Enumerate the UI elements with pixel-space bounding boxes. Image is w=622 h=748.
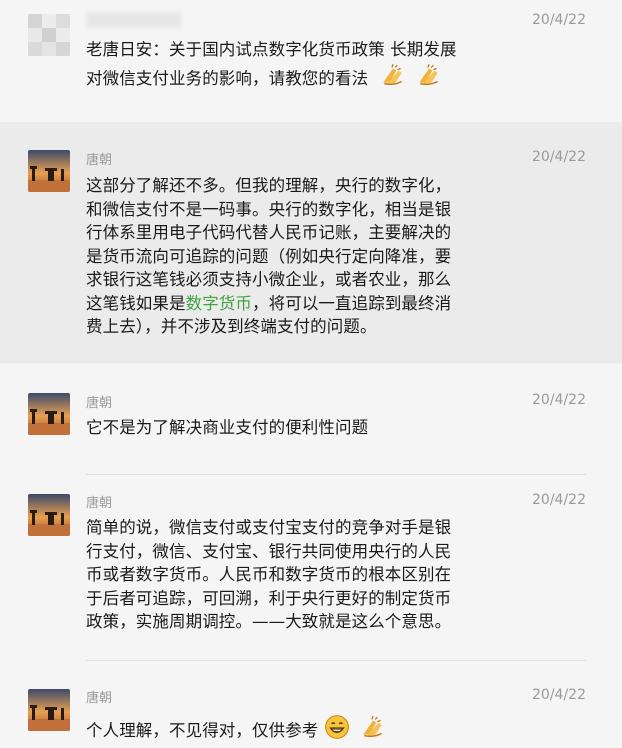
message-body: 它不是为了解决商业支付的便利性问题 [86, 416, 496, 440]
message-body: 个人理解，不见得对，仅供参考 [86, 714, 496, 743]
message-line: 政策，实施周期调控。——大致就是这么个意思。 [86, 612, 452, 631]
sender-name: 唐朝 [86, 691, 113, 706]
digital-currency-link[interactable]: 数字货币 [186, 294, 252, 313]
message-line: 和微信支付不是一码事。央行的数字化，相当是银 [86, 199, 452, 219]
sender-name: 唐朝 [86, 396, 113, 411]
sunset-avatar-icon [28, 494, 70, 536]
message-time: 20/4/22 [532, 149, 586, 165]
message-line: 简单的说，微信支付或支付宝支付的竞争对手是银 [86, 518, 452, 537]
message-body: 这部分了解还不多。但我的理解，央行的数字化， 和微信支付不是一码事。央行的数字化… [86, 174, 496, 339]
sunset-avatar-icon [28, 393, 70, 435]
grin-icon [324, 714, 350, 740]
message-line: 于后者可追踪，可回溯，利于央行更好的制定货币 [86, 588, 452, 608]
clap-icon [416, 62, 442, 88]
message-line-text: 这笔钱如果是 [86, 293, 186, 313]
avatar[interactable] [28, 14, 70, 56]
message-line: 是货币流向可追踪的问题（例如央行定向降准，要 [86, 246, 452, 266]
blurred-avatar-icon [28, 14, 70, 56]
message-time: 20/4/22 [532, 12, 586, 28]
message-time: 20/4/22 [532, 392, 586, 408]
sunset-avatar-icon [28, 150, 70, 192]
message-line: 行支付，微信、支付宝、银行共同使用央行的人民 [86, 541, 452, 561]
sender-name: 唐朝 [86, 153, 113, 168]
message-time: 20/4/22 [532, 492, 586, 508]
message-item: 唐朝 20/4/22 它不是为了解决商业支付的便利性问题 [0, 363, 622, 475]
message-line: 个人理解，不见得对，仅供参考 [86, 714, 496, 743]
message-line: 求银行这笔钱必须支持小微企业，或者农业，那么 [86, 270, 452, 289]
message-item: 唐朝 20/4/22 这部分了解还不多。但我的理解，央行的数字化， 和微信支付不… [0, 122, 622, 363]
message-line: 行体系里用电子代码代替人民币记账，主要解决的 [86, 223, 452, 242]
avatar[interactable] [28, 150, 70, 192]
message-body: 简单的说，微信支付或支付宝支付的竞争对手是银 行支付，微信、支付宝、银行共同使用… [86, 516, 496, 634]
message-time: 20/4/22 [532, 687, 586, 703]
clap-icon [380, 62, 406, 88]
avatar[interactable] [28, 494, 70, 536]
clap-icon [360, 714, 386, 740]
avatar[interactable] [28, 393, 70, 435]
message-line-text: 个人理解，不见得对，仅供参考 [86, 721, 319, 740]
message-item: 20/4/22 老唐日安：关于国内试点数字化货币政策 长期发展 对微信支付业务的… [0, 0, 622, 122]
sunset-avatar-icon [28, 689, 70, 731]
message-line-text: 对微信支付业务的影响，请教您的看法 [86, 68, 369, 88]
message-line-text: ，将可以一直追踪到最终消 [252, 293, 452, 313]
message-body: 老唐日安：关于国内试点数字化货币政策 长期发展 对微信支付业务的影响，请教您的看… [86, 38, 496, 90]
message-line: 它不是为了解决商业支付的便利性问题 [86, 418, 369, 437]
message-line: 这笔钱如果是数字货币，将可以一直追踪到最终消 [86, 292, 496, 316]
message-item: 唐朝 20/4/22 简单的说，微信支付或支付宝支付的竞争对手是银 行支付，微信… [0, 475, 622, 661]
message-line: 费上去），并不涉及到终端支付的问题。 [86, 317, 377, 336]
avatar[interactable] [28, 689, 70, 731]
blurred-sender-name [86, 12, 181, 28]
message-line: 币或者数字货币。人民币和数字货币的根本区别在 [86, 565, 452, 584]
message-line: 这部分了解还不多。但我的理解，央行的数字化， [86, 176, 452, 195]
message-line: 老唐日安：关于国内试点数字化货币政策 长期发展 [86, 40, 457, 59]
message-line: 对微信支付业务的影响，请教您的看法 [86, 62, 496, 91]
message-item: 唐朝 20/4/22 个人理解，不见得对，仅供参考 [0, 661, 622, 748]
sender-name: 唐朝 [86, 496, 113, 511]
